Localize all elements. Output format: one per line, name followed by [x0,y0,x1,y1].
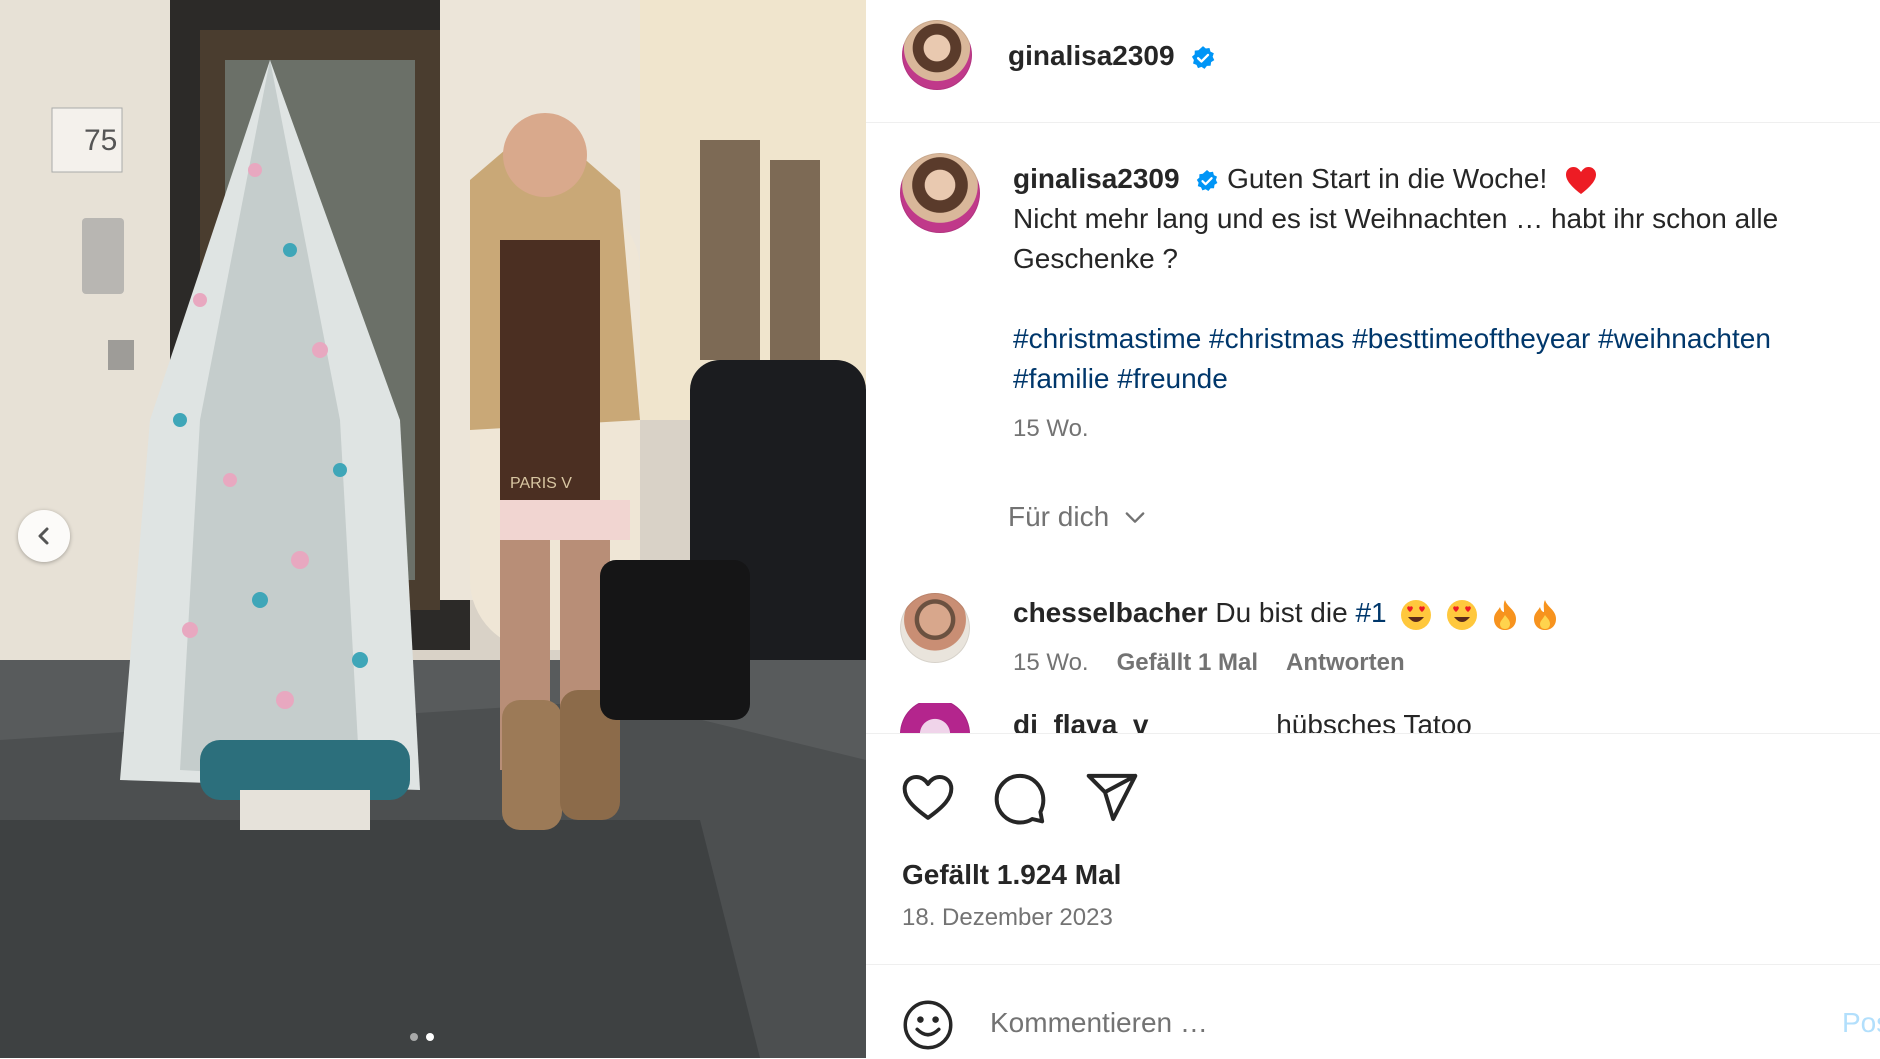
verified-badge-icon [1197,169,1218,191]
post-date[interactable]: 18. Dezember 2023 [902,904,1113,932]
commenter-username[interactable]: chesselbacher [1013,597,1208,628]
caption-timestamp[interactable]: 15 Wo. [1013,415,1089,443]
post-caption: ginalisa2309 Guten Start in die Woche! N… [1013,159,1853,399]
post-actions: Gefällt 1.924 Mal 18. Dezember 2023 [866,733,1880,964]
hashtag-link[interactable]: #christmastime [1013,323,1201,354]
caption-username[interactable]: ginalisa2309 [1013,163,1180,194]
like-icon[interactable] [900,770,956,826]
caption-line2: Nicht mehr lang und es ist Weihnachten …… [1013,203,1779,274]
for-you-dropdown[interactable]: Für dich [1008,501,1149,533]
action-icons-row [900,770,1140,826]
reply-button[interactable]: Antworten [1286,649,1405,677]
comment-likes-link[interactable]: Gefällt 1 Mal [1117,649,1258,677]
verified-badge-icon [1192,45,1215,69]
hashtag-link[interactable]: #besttimeoftheyear [1352,323,1590,354]
post-image: 75 PARIS V [0,0,866,1058]
heart-eyes-emoji [1447,599,1478,630]
comment-text-row: dj_flava_v hübsches Tatoo [1013,709,1472,733]
author-avatar[interactable] [902,20,972,90]
carousel-dot [410,1033,418,1041]
caption-hashtags-row2: #familie #freunde [1013,363,1228,394]
author-username-row: ginalisa2309 [1008,40,1216,72]
comment-text: Du bist die [1215,597,1348,628]
house-number: 75 [84,124,117,157]
likes-count[interactable]: Gefällt 1.924 Mal [902,859,1121,891]
hashtag-link[interactable]: #freunde [1117,363,1228,394]
comments-scroll-area[interactable]: ginalisa2309 Guten Start in die Woche! N… [866,123,1880,733]
fire-emoji [1533,599,1556,630]
post-comment-button[interactable]: Posten [1842,1007,1880,1039]
hashtag-link[interactable]: #1 [1355,597,1386,628]
comment-icon[interactable] [992,770,1048,826]
hashtag-link[interactable]: #familie [1013,363,1109,394]
for-you-label: Für dich [1008,501,1110,532]
author-username[interactable]: ginalisa2309 [1008,40,1175,71]
comment-item: chesselbacher Du bist die #1 15 Wo. Gefä… [866,563,1880,683]
commenter-avatar[interactable] [900,593,970,663]
comment-item-partial: dj_flava_v hübsches Tatoo [866,703,1880,733]
caption-hashtags-row1: #christmastime #christmas #besttimeofthe… [1013,323,1771,354]
heart-eyes-emoji [1401,599,1432,630]
caption-line1: Guten Start in die Woche! [1227,163,1548,194]
comment-meta: 15 Wo. Gefällt 1 Mal Antworten [1013,649,1405,677]
commenter-avatar[interactable] [900,703,970,733]
comment-timestamp[interactable]: 15 Wo. [1013,649,1089,677]
carousel-indicator [410,1033,434,1041]
red-heart-emoji [1566,166,1597,194]
scarf-print: PARIS V [510,475,572,492]
post-header: ginalisa2309 [866,0,1880,123]
caption-author-avatar[interactable] [900,153,980,233]
carousel-dot-active [426,1033,434,1041]
chevron-left-icon [38,527,49,545]
post-photo[interactable]: 75 PARIS V [0,0,866,1058]
hashtag-link[interactable]: #weihnachten [1598,323,1771,354]
comment-composer: Kommentieren … Posten [866,964,1880,1059]
hashtag-link[interactable]: #christmas [1209,323,1344,354]
emoji-icon[interactable] [902,999,954,1051]
commenter-username[interactable]: dj_flava_v [1013,709,1148,733]
comment-text: hübsches Tatoo [1276,709,1472,733]
share-icon[interactable] [1084,770,1140,826]
comment-input[interactable]: Kommentieren … [990,1007,1690,1039]
chevron-down-icon [1125,512,1145,523]
post-side-panel: ginalisa2309 ginalisa2309 Guten Start in… [866,0,1880,1058]
comment-text-row: chesselbacher Du bist die #1 [1013,593,1558,633]
previous-image-button[interactable] [18,510,70,562]
fire-emoji [1493,599,1516,630]
